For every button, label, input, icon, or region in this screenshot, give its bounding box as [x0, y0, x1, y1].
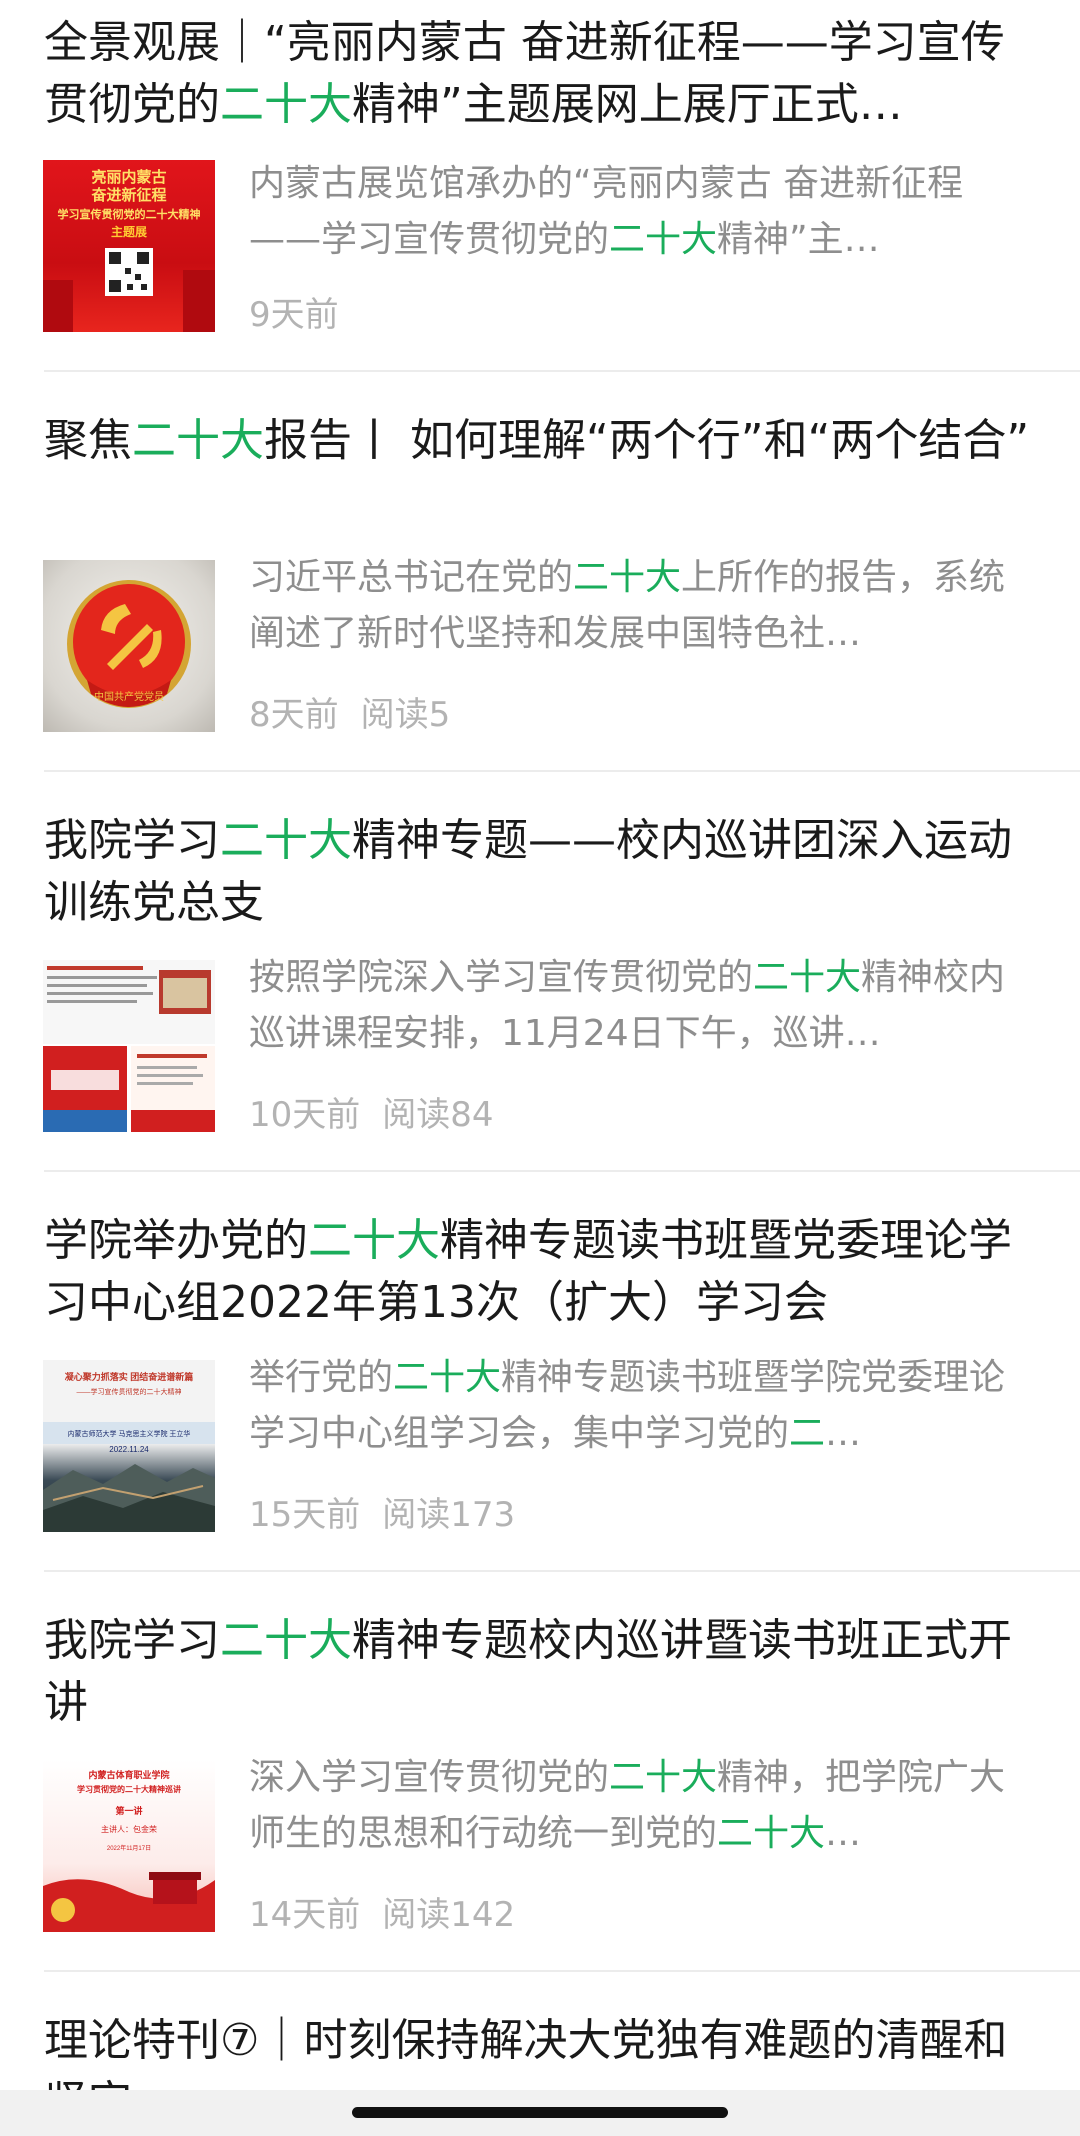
article-item[interactable]: 我院学习二十大精神专题校内巡讲暨读书班正式开讲 内蒙古体育职业学院 学习贯彻党的… — [0, 1572, 1080, 1972]
read-count: 阅读142 — [382, 1895, 516, 1935]
article-summary: 深入学习宣传贯彻党的二十大精神，把学院广大师生的思想和行动统一到党的二十大… — [249, 1757, 1006, 1854]
article-summary: 习近平总书记在党的二十大上所作的报告，系统阐述了新时代坚持和发展中国特色社… — [249, 557, 1006, 654]
publish-time: 8天前 — [249, 695, 339, 735]
article-meta: 10天前 阅读84 — [249, 1087, 516, 1136]
article-summary: 内蒙古展览馆承办的“亮丽内蒙古 奋进新征程——学习宣传贯彻党的二十大精神”主… — [249, 163, 964, 260]
article-title[interactable]: 聚焦二十大报告丨 如何理解“两个行”和“两个结合” — [44, 410, 1044, 472]
slides-collage-graphic — [43, 960, 215, 1132]
publish-time: 15天前 — [249, 1495, 361, 1535]
publish-time: 9天前 — [249, 295, 339, 335]
thumb-text: 第一讲 — [115, 1805, 142, 1816]
thumb-text: 学习贯彻党的二十大精神巡讲 — [77, 1784, 181, 1794]
thumb-text: 主讲人：包金荣 — [101, 1824, 157, 1834]
publish-time: 14天前 — [249, 1895, 361, 1935]
article-title[interactable]: 学院举办党的二十大精神专题读书班暨党委理论学习中心组2022年第13次（扩大）学… — [44, 1210, 1044, 1334]
article-title[interactable]: 我院学习二十大精神专题——校内巡讲团深入运动训练党总支 — [44, 810, 1044, 934]
thumb-text: 2022.11.24 — [109, 1445, 149, 1454]
publish-time: 10天前 — [249, 1095, 361, 1135]
read-count: 阅读84 — [382, 1095, 494, 1135]
lecture-poster-graphic: 内蒙古体育职业学院 学习贯彻党的二十大精神巡讲 第一讲 主讲人：包金荣 2022… — [43, 1769, 215, 1932]
read-count: 阅读5 — [360, 695, 451, 735]
article-meta: 15天前 阅读173 — [249, 1487, 537, 1536]
party-badge-graphic: 中国共产党党员 — [67, 580, 191, 708]
thumb-text: 奋进新征程 — [90, 186, 166, 204]
article-summary: 举行党的二十大精神专题读书班暨学院党委理论学习中心组学习会，集中学习党的二… — [249, 1357, 1006, 1454]
article-item[interactable]: 聚焦二十大报告丨 如何理解“两个行”和“两个结合” 中国共产党党员 习近平总书记… — [0, 372, 1080, 772]
thumb-text: 内蒙古师范大学 马克思主义学院 王立华 — [68, 1429, 191, 1438]
article-title[interactable]: 全景观展｜“亮丽内蒙古 奋进新征程——学习宣传贯彻党的二十大精神”主题展网上展厅… — [44, 12, 1044, 136]
article-meta: 8天前 阅读5 — [249, 687, 472, 736]
article-item[interactable]: 全景观展｜“亮丽内蒙古 奋进新征程——学习宣传贯彻党的二十大精神”主题展网上展厅… — [0, 0, 1080, 372]
thumb-text: 2022年11月17日 — [107, 1844, 151, 1852]
poster-graphic: 亮丽内蒙古 奋进新征程 学习宣传贯彻党的二十大精神 主题展 — [43, 168, 215, 332]
article-meta: 9天前 — [249, 287, 361, 336]
thumb-text: 主题展 — [111, 224, 147, 239]
home-indicator[interactable] — [352, 2107, 728, 2118]
thumb-text: 亮丽内蒙古 — [91, 168, 166, 186]
article-title[interactable]: 我院学习二十大精神专题校内巡讲暨读书班正式开讲 — [44, 1610, 1044, 1734]
thumb-text: 内蒙古体育职业学院 — [88, 1769, 169, 1780]
article-thumbnail[interactable]: 中国共产党党员 — [43, 560, 215, 732]
article-thumbnail[interactable]: 亮丽内蒙古 奋进新征程 学习宣传贯彻党的二十大精神 主题展 — [43, 160, 215, 332]
article-meta: 14天前 阅读142 — [249, 1887, 537, 1936]
thumb-text: 中国共产党党员 — [94, 690, 164, 703]
thumb-text: 凝心聚力抓落实 团结奋进谱新篇 — [65, 1371, 194, 1382]
article-item[interactable]: 学院举办党的二十大精神专题读书班暨党委理论学习中心组2022年第13次（扩大）学… — [0, 1172, 1080, 1572]
read-count: 阅读173 — [382, 1495, 516, 1535]
thumb-text: ——学习宣传贯彻党的二十大精神 — [77, 1387, 182, 1396]
article-thumbnail[interactable]: 内蒙古体育职业学院 学习贯彻党的二十大精神巡讲 第一讲 主讲人：包金荣 2022… — [43, 1760, 215, 1932]
article-summary: 按照学院深入学习宣传贯彻党的二十大精神校内巡讲课程安排，11月24日下午，巡讲… — [249, 957, 1006, 1054]
article-item[interactable]: 我院学习二十大精神专题——校内巡讲团深入运动训练党总支 按照学院深入学习宣传贯彻… — [0, 772, 1080, 1172]
article-thumbnail[interactable] — [43, 960, 215, 1132]
thumb-text: 学习宣传贯彻党的二十大精神 — [58, 207, 201, 221]
article-thumbnail[interactable]: 凝心聚力抓落实 团结奋进谱新篇 ——学习宣传贯彻党的二十大精神 内蒙古师范大学 … — [43, 1360, 215, 1532]
lecture-slide-graphic: 凝心聚力抓落实 团结奋进谱新篇 ——学习宣传贯彻党的二十大精神 内蒙古师范大学 … — [43, 1371, 215, 1532]
